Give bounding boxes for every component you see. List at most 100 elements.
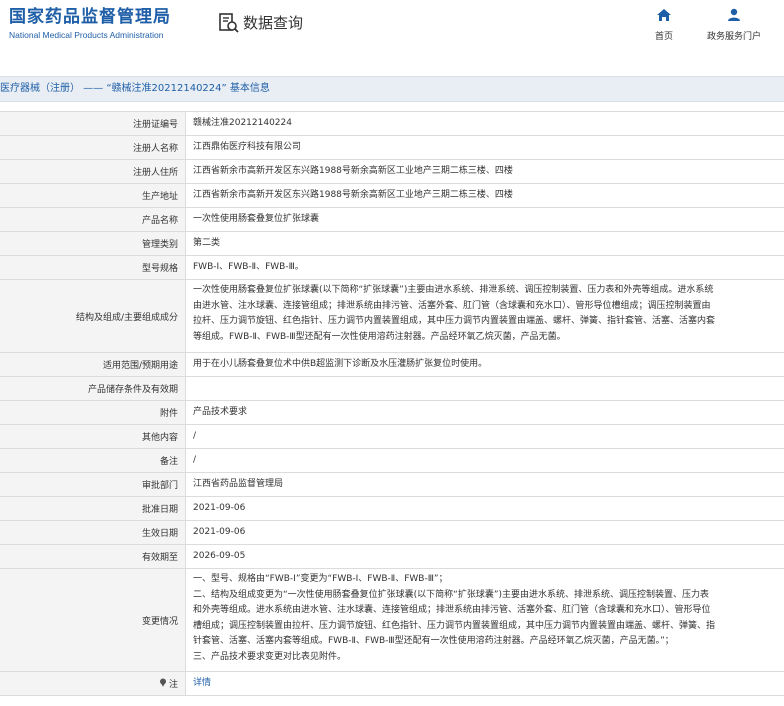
data-query-title: 数据查询 xyxy=(218,12,303,34)
field-value-line: 一次性使用肠套叠复位扩张球囊 xyxy=(193,213,320,224)
details-link[interactable]: 详情 xyxy=(193,676,211,692)
field-label: 注 xyxy=(0,672,186,695)
field-label: 管理类别 xyxy=(0,232,186,255)
field-label: 其他内容 xyxy=(0,425,186,448)
field-label: 生效日期 xyxy=(0,521,186,544)
field-value-line: 和外壳等组成。进水系统由进水管、注水球囊、连接管组成；排泄系统由排污管、活塞外套… xyxy=(193,605,711,615)
field-value-line: / xyxy=(193,454,197,465)
user-icon xyxy=(726,8,742,25)
pin-icon xyxy=(159,678,167,690)
brand-name-en: National Medical Products Administration xyxy=(9,30,164,40)
field-label: 适用范围/预期用途 xyxy=(0,353,186,376)
field-label-text: 生产地址 xyxy=(141,192,178,202)
field-label-text: 注册人名称 xyxy=(132,144,178,154)
data-query-label: 数据查询 xyxy=(243,14,304,32)
field-label-text: 产品名称 xyxy=(141,216,178,226)
field-label-text: 管理类别 xyxy=(141,240,178,250)
field-value-line: 第二类 xyxy=(193,237,221,248)
field-label: 注册人住所 xyxy=(0,160,186,183)
document-search-icon xyxy=(218,12,240,34)
field-label-text: 其他内容 xyxy=(141,433,178,443)
field-label-text: 批准日期 xyxy=(141,505,178,515)
field-value-line: 拉杆、压力调节旋钮、红色指针、压力调节内置装置组成，其中压力调节内置装置由端盖、… xyxy=(193,316,716,326)
field-label: 型号规格 xyxy=(0,256,186,279)
brand-name-cn: 国家药品监督管理局 xyxy=(9,7,171,27)
field-label-text: 附件 xyxy=(159,409,178,419)
field-label: 产品名称 xyxy=(0,208,186,231)
field-value-line: 江西鼎佑医疗科技有限公司 xyxy=(193,141,302,152)
field-value-line: 一、型号、规格由“FWB-Ⅰ”变更为“FWB-Ⅰ、FWB-Ⅱ、FWB-Ⅲ”； xyxy=(193,574,448,584)
field-value: 一次性使用肠套叠复位扩张球囊 xyxy=(186,208,784,231)
field-label: 备注 xyxy=(0,449,186,472)
field-value-line: 针套管、活塞、活塞内套等组成。FWB-Ⅱ、FWB-Ⅲ型还配有一次性使用溶药注射器… xyxy=(193,636,674,646)
field-value-line: 二、结构及组成变更为“一次性使用肠套叠复位扩张球囊(以下简称“扩张球囊”)主要由… xyxy=(193,589,710,600)
table-row: 有效期至 2026-09-05 xyxy=(0,545,784,569)
field-label-text: 结构及组成/主要组成成分 xyxy=(75,312,178,323)
field-label-text: 生效日期 xyxy=(141,529,178,539)
field-value: FWB-Ⅰ、FWB-Ⅱ、FWB-Ⅲ。 xyxy=(186,256,784,279)
table-row: 型号规格 FWB-Ⅰ、FWB-Ⅱ、FWB-Ⅲ。 xyxy=(0,256,784,280)
field-value-line: 用于在小儿肠套叠复位术中供B超监测下诊断及水压灌肠扩张复位时使用。 xyxy=(193,358,488,369)
table-row: 审批部门 江西省药品监督管理局 xyxy=(0,473,784,497)
table-row: 附件 产品技术要求 xyxy=(0,401,784,425)
field-label-text: 注册人住所 xyxy=(132,168,178,178)
field-label: 批准日期 xyxy=(0,497,186,520)
table-row: 产品名称 一次性使用肠套叠复位扩张球囊 xyxy=(0,208,784,232)
field-value-line: 江西省新余市高新开发区东兴路1988号新余高新区工业地产三期二栋三楼、四楼 xyxy=(193,189,513,200)
field-value: 用于在小儿肠套叠复位术中供B超监测下诊断及水压灌肠扩张复位时使用。 xyxy=(186,353,784,376)
field-value: 江西省药品监督管理局 xyxy=(186,473,784,496)
field-label: 有效期至 xyxy=(0,545,186,568)
field-value: 第二类 xyxy=(186,232,784,255)
field-label: 审批部门 xyxy=(0,473,186,496)
field-label-text: 注册证编号 xyxy=(132,120,178,130)
table-row: 管理类别 第二类 xyxy=(0,232,784,256)
nav-home-label: 首页 xyxy=(654,32,673,42)
field-label: 注册证编号 xyxy=(0,112,186,135)
field-value-line: 一次性使用肠套叠复位扩张球囊(以下简称“扩张球囊”)主要由进水系统、排泄系统、调… xyxy=(193,285,714,295)
breadcrumb: 医疗器械（注册） —— “赣械注准20212140224” 基本信息 xyxy=(0,76,784,102)
site-brand[interactable]: 国家药品监督管理局 National Medical Products Admi… xyxy=(9,6,171,42)
field-label-text: 备注 xyxy=(159,457,178,467)
table-row: 批准日期 2021-09-06 xyxy=(0,497,784,521)
field-value-line: 三、产品技术要求变更对比表见附件。 xyxy=(193,651,347,662)
nav-service-portal[interactable]: 政务服务门户 xyxy=(702,8,766,42)
field-label: 变更情况 xyxy=(0,569,186,671)
field-value-line: 2021-09-06 xyxy=(193,502,246,513)
table-row: 变更情况 一、型号、规格由“FWB-Ⅰ”变更为“FWB-Ⅰ、FWB-Ⅱ、FWB-Ⅲ… xyxy=(0,569,784,672)
detail-table: 注册证编号 赣械注准20212140224 注册人名称 江西鼎佑医疗科技有限公司 注册人… xyxy=(0,111,784,696)
table-row: 生效日期 2021-09-06 xyxy=(0,521,784,545)
field-label: 注册人名称 xyxy=(0,136,186,159)
field-label: 产品储存条件及有效期 xyxy=(0,377,186,400)
field-label-text: 有效期至 xyxy=(141,553,178,563)
field-label: 生产地址 xyxy=(0,184,186,207)
table-row: 适用范围/预期用途 用于在小儿肠套叠复位术中供B超监测下诊断及水压灌肠扩张复位时使… xyxy=(0,353,784,377)
field-value: 2026-09-05 xyxy=(186,545,784,568)
field-value: 2021-09-06 xyxy=(186,521,784,544)
field-label-text: 适用范围/预期用途 xyxy=(102,361,178,371)
table-row: 生产地址 江西省新余市高新开发区东兴路1988号新余高新区工业地产三期二栋三楼、四… xyxy=(0,184,784,208)
field-label-text: 审批部门 xyxy=(141,481,178,491)
table-row: 注册人名称 江西鼎佑医疗科技有限公司 xyxy=(0,136,784,160)
field-label-text: 变更情况 xyxy=(141,616,178,627)
field-value: 一次性使用肠套叠复位扩张球囊(以下简称“扩张球囊”)主要由进水系统、排泄系统、调… xyxy=(186,280,784,352)
breadcrumb-text: 医疗器械（注册） —— “赣械注准20212140224” 基本信息 xyxy=(0,83,270,94)
field-label: 附件 xyxy=(0,401,186,424)
field-value-line: 2026-09-05 xyxy=(193,550,246,561)
field-value-line: FWB-Ⅰ、FWB-Ⅱ、FWB-Ⅲ。 xyxy=(193,261,304,272)
table-row: 注册人住所 江西省新余市高新开发区东兴路1988号新余高新区工业地产三期二栋三楼、… xyxy=(0,160,784,184)
field-label-text: 注 xyxy=(168,680,178,690)
field-value: 一、型号、规格由“FWB-Ⅰ”变更为“FWB-Ⅰ、FWB-Ⅱ、FWB-Ⅲ”； 二、… xyxy=(186,569,784,671)
field-value-line: 槽组成；调压控制装置由拉杆、压力调节旋钮、红色指针、压力调节内置装置组成，其中压… xyxy=(193,620,716,631)
field-value-line: 产品技术要求 xyxy=(193,406,248,417)
field-value-line: 江西省药品监督管理局 xyxy=(193,478,284,489)
field-value-line: 江西省新余市高新开发区东兴路1988号新余高新区工业地产三期二栋三楼、四楼 xyxy=(193,165,513,176)
nav-service-portal-label: 政务服务门户 xyxy=(706,32,761,42)
field-value-line: 等组成。FWB-Ⅱ、FWB-Ⅲ型还配有一次性使用溶药注射器。产品经环氧乙烷灭菌，… xyxy=(193,331,566,342)
field-value: 江西鼎佑医疗科技有限公司 xyxy=(186,136,784,159)
table-row: 注册证编号 赣械注准20212140224 xyxy=(0,112,784,136)
field-value: / xyxy=(186,449,784,472)
table-row: 产品储存条件及有效期 xyxy=(0,377,784,401)
table-row: 结构及组成/主要组成成分 一次性使用肠套叠复位扩张球囊(以下简称“扩张球囊”)主要… xyxy=(0,280,784,353)
nav-home[interactable]: 首页 xyxy=(650,8,678,42)
site-header: 国家药品监督管理局 National Medical Products Admi… xyxy=(0,0,784,60)
